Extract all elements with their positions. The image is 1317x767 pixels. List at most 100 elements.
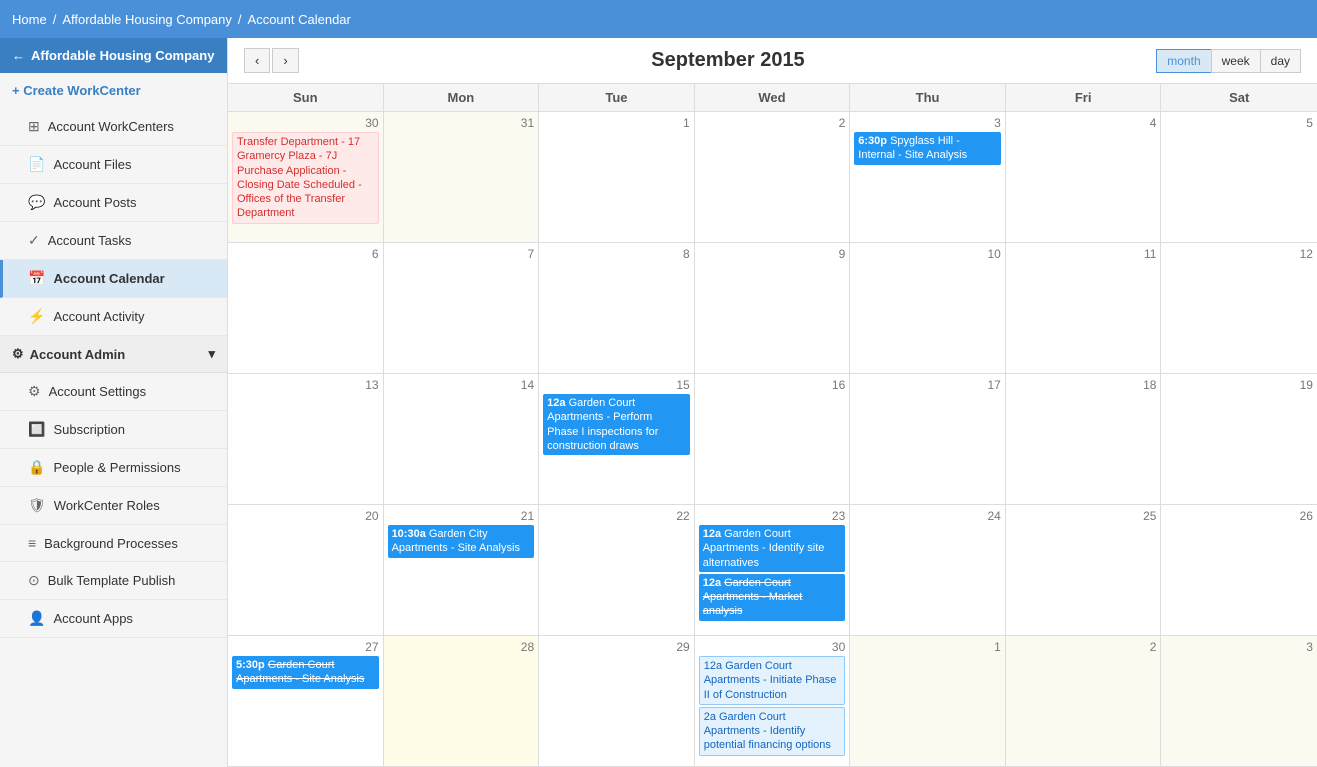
- cal-cell-w3-d1[interactable]: 2110:30a Garden City Apartments - Site A…: [384, 505, 540, 635]
- admin-item-settings[interactable]: ⚙Account Settings: [0, 373, 227, 411]
- event-title-w4-d3-1: Garden Court Apartments - Identify poten…: [704, 711, 831, 752]
- day-num-w1-d4: 10: [854, 247, 1001, 261]
- event-w3-d1-0[interactable]: 10:30a Garden City Apartments - Site Ana…: [388, 525, 535, 558]
- cal-cell-w1-d5[interactable]: 11: [1006, 243, 1162, 373]
- day-name-sun: Sun: [228, 84, 384, 111]
- cal-cell-w2-d0[interactable]: 13: [228, 374, 384, 504]
- cal-cell-w2-d2[interactable]: 1512a Garden Court Apartments - Perform …: [539, 374, 695, 504]
- sidebar-item-posts[interactable]: 💬Account Posts: [0, 184, 227, 222]
- cal-cell-w3-d3[interactable]: 2312a Garden Court Apartments - Identify…: [695, 505, 851, 635]
- admin-label-background: Background Processes: [44, 536, 178, 551]
- day-name-mon: Mon: [384, 84, 540, 111]
- cal-cell-w0-d6[interactable]: 5: [1161, 112, 1317, 242]
- admin-section[interactable]: ⚙ Account Admin ▾: [0, 336, 227, 373]
- event-w4-d3-0[interactable]: 12a Garden Court Apartments - Initiate P…: [699, 656, 846, 705]
- subscription-icon: 🔲: [28, 421, 45, 438]
- create-workcenter-button[interactable]: + Create WorkCenter: [0, 73, 227, 108]
- week-view-button[interactable]: week: [1211, 49, 1261, 73]
- cal-cell-w0-d2[interactable]: 1: [539, 112, 695, 242]
- cal-cell-w4-d2[interactable]: 29: [539, 636, 695, 766]
- sidebar-label-workcenters: Account WorkCenters: [48, 119, 174, 134]
- sidebar-items: ⊞ Account WorkCenters 📄Account Files💬Accou…: [0, 108, 227, 336]
- event-w3-d3-0[interactable]: 12a Garden Court Apartments - Identify s…: [699, 525, 846, 572]
- cal-cell-w2-d5[interactable]: 18: [1006, 374, 1162, 504]
- week-0: 30Transfer Department - 17 Gramercy Plaz…: [228, 112, 1317, 243]
- event-time-w3-d3-0: 12a: [703, 528, 724, 540]
- cal-cell-w1-d6[interactable]: 12: [1161, 243, 1317, 373]
- cal-cell-w1-d1[interactable]: 7: [384, 243, 540, 373]
- event-title-w0-d0-0: Transfer Department - 17 Gramercy Plaza …: [237, 136, 362, 219]
- cal-cell-w3-d0[interactable]: 20: [228, 505, 384, 635]
- sidebar-item-activity[interactable]: ⚡Account Activity: [0, 298, 227, 336]
- cal-cell-w4-d3[interactable]: 3012a Garden Court Apartments - Initiate…: [695, 636, 851, 766]
- day-num-w0-d2: 1: [543, 116, 690, 130]
- cal-cell-w2-d6[interactable]: 19: [1161, 374, 1317, 504]
- apps-icon: 👤: [28, 610, 45, 627]
- day-num-w1-d2: 8: [543, 247, 690, 261]
- admin-items: ⚙Account Settings🔲Subscription🔒People & …: [0, 373, 227, 638]
- event-w0-d4-0[interactable]: 6:30p Spyglass Hill - Internal - Site An…: [854, 132, 1001, 165]
- day-num-w1-d5: 11: [1010, 247, 1157, 261]
- company-header[interactable]: ← Affordable Housing Company: [0, 38, 227, 73]
- day-name-thu: Thu: [850, 84, 1006, 111]
- admin-item-roles[interactable]: 🛡WorkCenter Roles: [0, 487, 227, 525]
- admin-item-background[interactable]: ≡Background Processes: [0, 525, 227, 562]
- cal-cell-w0-d3[interactable]: 2: [695, 112, 851, 242]
- cal-cell-w2-d4[interactable]: 17: [850, 374, 1006, 504]
- cal-cell-w3-d6[interactable]: 26: [1161, 505, 1317, 635]
- day-num-w0-d6: 5: [1165, 116, 1313, 130]
- day-num-w3-d6: 26: [1165, 509, 1313, 523]
- event-w4-d0-0[interactable]: 5:30p Garden Court Apartments - Site Ana…: [232, 656, 379, 689]
- event-w4-d3-1[interactable]: 2a Garden Court Apartments - Identify po…: [699, 707, 846, 756]
- cal-cell-w4-d1[interactable]: 28: [384, 636, 540, 766]
- cal-cell-w0-d4[interactable]: 3 6:30p Spyglass Hill - Internal - Site A…: [850, 112, 1006, 242]
- sidebar-item-files[interactable]: 📄Account Files: [0, 146, 227, 184]
- week-1: 678910 11 12: [228, 243, 1317, 374]
- cal-cell-w1-d4[interactable]: 10: [850, 243, 1006, 373]
- sidebar-item-workcenters[interactable]: ⊞ Account WorkCenters: [0, 108, 227, 146]
- sidebar-label-files: Account Files: [53, 157, 131, 172]
- cal-cell-w1-d2[interactable]: 8: [539, 243, 695, 373]
- cal-cell-w0-d5[interactable]: 4: [1006, 112, 1162, 242]
- month-view-button[interactable]: month: [1156, 49, 1211, 73]
- home-link[interactable]: Home: [12, 12, 47, 27]
- gear-icon: ⚙: [12, 346, 24, 362]
- cal-cell-w2-d1[interactable]: 14: [384, 374, 540, 504]
- event-w3-d3-1[interactable]: 12a Garden Court Apartments - Market ana…: [699, 574, 846, 621]
- cal-cell-w4-d0[interactable]: 275:30p Garden Court Apartments - Site A…: [228, 636, 384, 766]
- cal-cell-w4-d5[interactable]: 2: [1006, 636, 1162, 766]
- event-time-w2-d2-0: 12a: [547, 397, 568, 409]
- company-name: Affordable Housing Company: [31, 48, 214, 63]
- day-view-button[interactable]: day: [1260, 49, 1301, 73]
- cal-cell-w1-d3[interactable]: 9: [695, 243, 851, 373]
- week-4: 275:30p Garden Court Apartments - Site A…: [228, 636, 1317, 767]
- cal-cell-w0-d0[interactable]: 30Transfer Department - 17 Gramercy Plaz…: [228, 112, 384, 242]
- admin-item-people[interactable]: 🔒People & Permissions: [0, 449, 227, 487]
- sidebar-label-calendar: Account Calendar: [53, 271, 164, 286]
- admin-item-subscription[interactable]: 🔲Subscription: [0, 411, 227, 449]
- cal-cell-w0-d1[interactable]: 31: [384, 112, 540, 242]
- event-w0-d0-0[interactable]: Transfer Department - 17 Gramercy Plaza …: [232, 132, 379, 224]
- top-bar: Home / Affordable Housing Company / Acco…: [0, 0, 1317, 38]
- sep1: /: [53, 12, 57, 27]
- day-num-w0-d4: 3: [854, 116, 1001, 130]
- cal-cell-w3-d4[interactable]: 24: [850, 505, 1006, 635]
- workcenters-icon: ⊞: [28, 118, 40, 135]
- cal-cell-w3-d5[interactable]: 25: [1006, 505, 1162, 635]
- cal-cell-w4-d4[interactable]: 1: [850, 636, 1006, 766]
- chevron-down-icon: ▾: [208, 346, 215, 362]
- cal-cell-w2-d3[interactable]: 16: [695, 374, 851, 504]
- prev-button[interactable]: ‹: [244, 48, 270, 73]
- admin-item-apps[interactable]: 👤 Account Apps: [0, 600, 227, 638]
- sidebar-item-calendar[interactable]: 📅Account Calendar: [0, 260, 227, 298]
- event-w2-d2-0[interactable]: 12a Garden Court Apartments - Perform Ph…: [543, 394, 690, 455]
- company-link[interactable]: Affordable Housing Company: [62, 12, 232, 27]
- day-num-w3-d0: 20: [232, 509, 379, 523]
- admin-label-apps: Account Apps: [53, 611, 133, 626]
- sidebar-item-tasks[interactable]: ✓Account Tasks: [0, 222, 227, 260]
- next-button[interactable]: ›: [272, 48, 298, 73]
- cal-cell-w4-d6[interactable]: 3: [1161, 636, 1317, 766]
- cal-cell-w3-d2[interactable]: 22: [539, 505, 695, 635]
- cal-cell-w1-d0[interactable]: 6: [228, 243, 384, 373]
- admin-item-bulk[interactable]: ⊙Bulk Template Publish: [0, 562, 227, 600]
